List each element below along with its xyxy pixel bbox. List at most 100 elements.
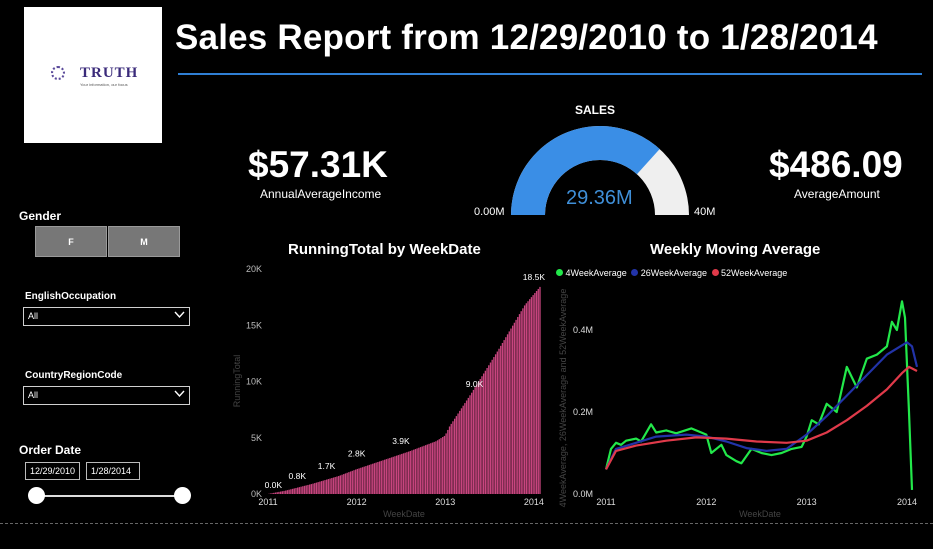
running-total-bar — [515, 319, 517, 494]
running-total-bar — [489, 362, 492, 494]
running-total-bar — [539, 286, 541, 494]
bar-data-label: 0.8K — [289, 471, 307, 481]
running-total-bar — [513, 322, 516, 494]
running-total-bar — [291, 488, 294, 494]
running-total-bar — [486, 368, 488, 494]
running-total-bar — [399, 454, 401, 494]
running-total-bar — [336, 476, 338, 494]
running-total-bar — [397, 455, 400, 494]
running-total-bar — [517, 316, 519, 494]
running-total-bar — [459, 410, 461, 494]
running-total-bar — [503, 340, 505, 494]
running-total-bar — [384, 459, 386, 494]
running-total-bar — [443, 435, 446, 494]
running-total-bar — [525, 303, 527, 494]
running-total-bar — [508, 331, 510, 494]
running-total-bar — [523, 305, 526, 494]
running-total-bar — [308, 484, 311, 494]
running-total-bar — [413, 449, 415, 494]
x-tick-label: 2011 — [596, 497, 615, 507]
running-total-bar — [300, 486, 302, 494]
running-total-bar — [302, 486, 304, 494]
running-total-bar — [467, 397, 469, 494]
running-total-bar — [327, 479, 330, 494]
running-total-bar — [416, 448, 418, 494]
running-total-bar — [481, 376, 483, 494]
running-total-bar — [281, 491, 284, 494]
running-total-bar — [326, 479, 328, 494]
running-total-bar — [372, 463, 374, 494]
running-total-bar — [387, 458, 389, 494]
running-total-bar — [370, 464, 372, 494]
running-total-bar — [529, 299, 531, 494]
running-total-bar — [310, 484, 313, 494]
running-total-bar — [419, 447, 422, 494]
running-total-bar — [431, 442, 434, 494]
running-total-bar — [457, 413, 459, 494]
running-total-bar — [401, 453, 403, 494]
running-total-bar — [337, 476, 340, 494]
running-total-bar — [426, 444, 429, 494]
running-total-bar — [297, 487, 299, 494]
x-tick-label: 2012 — [696, 497, 716, 507]
series-line-26WeekAverage — [605, 341, 919, 470]
running-total-bar — [430, 443, 432, 494]
running-total-bar — [411, 450, 413, 494]
running-total-bar — [382, 460, 384, 494]
x-tick-label: 2011 — [258, 497, 277, 507]
running-total-bar — [464, 403, 466, 494]
running-total-bar — [424, 445, 427, 494]
running-total-bar — [331, 478, 333, 494]
running-total-bar — [435, 441, 437, 494]
running-total-bar — [476, 384, 478, 494]
running-total-bar — [390, 457, 393, 494]
running-total-bar — [418, 447, 420, 494]
running-total-bar — [493, 357, 495, 494]
running-total-bar — [307, 484, 309, 494]
bar-data-label: 0.0K — [265, 480, 283, 490]
running-total-bar — [407, 451, 410, 494]
running-total-bar — [361, 467, 364, 494]
x-axis-title: WeekDate — [383, 509, 425, 519]
x-tick-label: 2014 — [524, 497, 544, 507]
running-total-bar — [452, 421, 454, 494]
bottom-divider — [0, 523, 933, 524]
running-total-bar — [496, 351, 498, 494]
charts-canvas: 0K5K10K15K20K2011 2012 2013 2014WeekDateRun… — [232, 264, 919, 519]
y-tick-label: 0.0M — [573, 489, 593, 499]
running-total-bar — [378, 461, 381, 494]
running-total-bar — [394, 456, 396, 494]
running-total-bar — [520, 311, 522, 494]
running-total-bar — [320, 481, 323, 494]
running-total-bar — [351, 470, 353, 494]
y-tick-label: 10K — [246, 377, 262, 387]
running-total-bar — [339, 475, 342, 494]
bar-data-label: 1.7K — [318, 461, 336, 471]
running-total-bar — [442, 437, 444, 494]
running-total-bar — [303, 485, 306, 494]
running-total-bar — [453, 418, 456, 494]
running-total-bar — [360, 467, 362, 494]
running-total-bar — [366, 465, 369, 494]
running-total-bar — [409, 451, 411, 494]
y-tick-label: 20K — [246, 264, 262, 274]
running-total-bar — [279, 491, 282, 494]
y-tick-label: 0.4M — [573, 325, 593, 335]
running-total-bar — [522, 308, 524, 494]
running-total-bar — [465, 400, 468, 494]
running-total-bar — [527, 301, 529, 494]
running-total-bar — [472, 389, 475, 494]
running-total-bar — [298, 487, 301, 494]
running-total-bar — [428, 443, 430, 494]
running-total-bar — [353, 470, 355, 494]
bar-data-label: 2.8K — [348, 449, 366, 459]
running-total-bar — [477, 381, 480, 494]
running-total-bar — [285, 490, 287, 494]
running-total-bar — [518, 314, 521, 494]
running-total-bar — [385, 459, 388, 494]
x-tick-label: 2013 — [435, 497, 455, 507]
running-total-bar — [355, 469, 357, 494]
x-tick-label: 2014 — [897, 497, 917, 507]
bar-data-label: 18.5K — [523, 272, 546, 282]
running-total-bar — [482, 373, 485, 494]
